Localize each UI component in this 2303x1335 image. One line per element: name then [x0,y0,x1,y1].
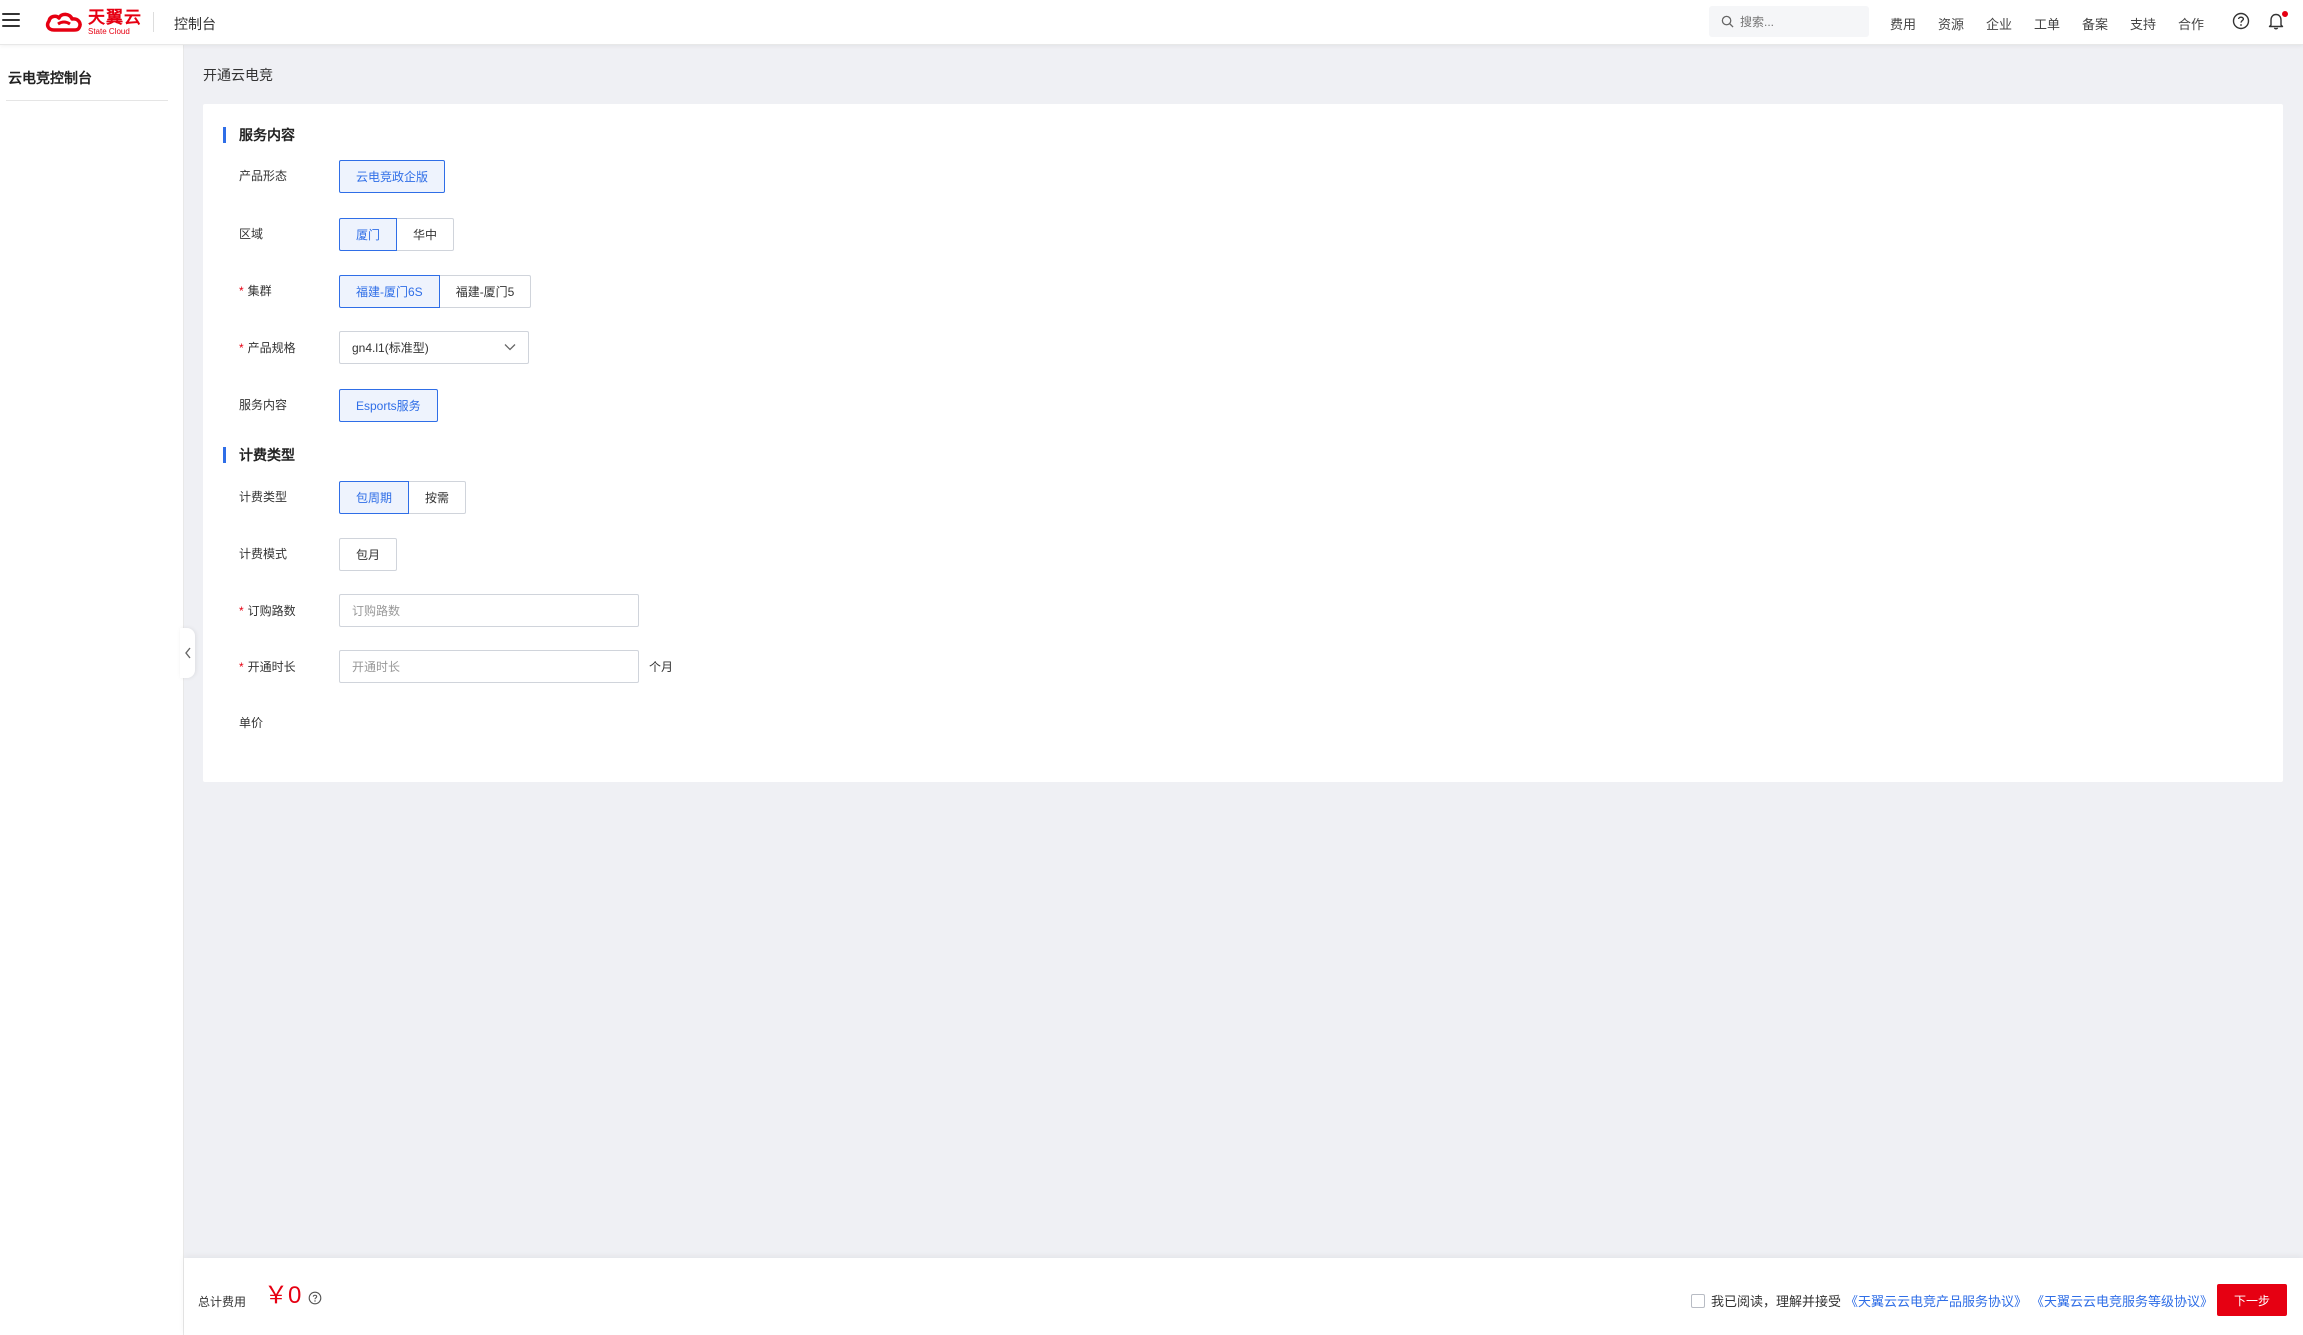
console-link[interactable]: 控制台 [174,14,216,34]
agreement-checkbox[interactable] [1690,1293,1705,1308]
top-bar: 天翼云 State Cloud 控制台 费用 资源 企业 工单 备案 支持 合作 [0,0,2303,45]
search-input[interactable] [1740,14,1860,29]
logo[interactable]: 天翼云 State Cloud [44,8,142,36]
spec-select[interactable]: gn4.l1(标准型) [339,331,529,364]
channels-label-text: 订购路数 [247,604,296,618]
nav-partners[interactable]: 合作 [2178,14,2204,33]
cluster-option-xiamen6s[interactable]: 福建-厦门6S [339,275,440,308]
nav-billing[interactable]: 费用 [1890,14,1916,33]
order-form-card: 服务内容 产品形态 云电竞政企版 区域 厦门 华中 * 集群 福建-厦门6S 福建… [203,104,2283,782]
billing-option-period[interactable]: 包周期 [339,481,410,514]
nav-tickets[interactable]: 工单 [2034,14,2060,33]
next-step-button[interactable]: 下一步 [2217,1284,2287,1316]
sidebar: 云电竞控制台 [0,45,184,1335]
channels-input[interactable] [339,594,639,627]
nav-support[interactable]: 支持 [2130,14,2156,33]
section-title-billing: 计费类型 [223,447,295,463]
agreement: 我已阅读，理解并接受 《天翼云云电竞产品服务协议》 《天翼云云电竞服务等级协议》 [1690,1291,2213,1310]
duration-label-text: 开通时长 [247,660,296,674]
required-mark: * [239,284,244,298]
duration-input[interactable] [339,650,639,683]
service-content-label: 服务内容 [239,398,288,412]
cluster-option-xiamen5[interactable]: 福建-厦门5 [438,275,532,308]
region-option-xiamen[interactable]: 厦门 [339,218,398,251]
service-agreement-link[interactable]: 《天翼云云电竞产品服务协议》 [1845,1291,2027,1310]
billing-mode-label: 计费模式 [239,547,288,561]
product-form-option-government[interactable]: 云电竞政企版 [339,160,446,193]
header-divider [153,12,154,32]
total-cost-label: 总计费用 [198,1295,247,1309]
spec-label: * 产品规格 [239,339,296,356]
spec-select-value: gn4.l1(标准型) [352,341,429,355]
spec-label-text: 产品规格 [247,341,296,355]
duration-unit: 个月 [649,660,674,674]
chevron-left-icon [184,647,191,659]
order-footer: 总计费用 ￥0 我已阅读，理解并接受 《天翼云云电竞产品服务协议》 《天翼云云电… [184,1258,2303,1335]
required-mark: * [239,341,244,355]
sidebar-collapse-button[interactable] [180,628,195,678]
region-label: 区域 [239,227,264,241]
bell-icon[interactable] [2266,11,2288,31]
required-mark: * [239,604,244,618]
agreement-text: 我已阅读，理解并接受 [1710,1294,1841,1309]
cluster-label-text: 集群 [247,284,272,298]
help-icon[interactable] [2231,11,2251,31]
cluster-options: 福建-厦门6S 福建-厦门5 [339,275,532,308]
billing-option-on-demand[interactable]: 按需 [408,481,467,514]
nav-filing[interactable]: 备案 [2082,14,2108,33]
billing-type-options: 包周期 按需 [339,481,467,514]
service-content-options: Esports服务 [339,389,438,422]
cloud-logo-icon [45,12,82,32]
duration-label: * 开通时长 [239,658,296,675]
logo-text: 天翼云 [88,7,142,27]
page-title: 开通云电竞 [203,67,273,83]
nav-enterprise[interactable]: 企业 [1986,14,2012,33]
notification-dot [2282,11,2288,17]
search-icon [1721,15,1734,28]
product-form-label: 产品形态 [239,169,288,183]
total-cost-amount: ￥0 [264,1282,302,1309]
billing-mode-option-monthly[interactable]: 包月 [339,538,398,571]
nav-resources[interactable]: 资源 [1938,14,1964,33]
billing-type-label: 计费类型 [239,490,288,504]
cluster-label: * 集群 [239,282,272,299]
logo-subtext: State Cloud [88,26,130,36]
product-form-options: 云电竞政企版 [339,160,446,193]
section-title-service: 服务内容 [223,127,295,143]
hamburger-menu-icon[interactable] [2,13,20,29]
sidebar-title[interactable]: 云电竞控制台 [8,68,92,88]
region-options: 厦门 华中 [339,218,455,251]
billing-mode-options: 包月 [339,538,398,571]
required-mark: * [239,660,244,674]
channels-label: * 订购路数 [239,602,296,619]
sidebar-divider [6,100,168,101]
chevron-down-icon [504,344,516,351]
question-icon[interactable] [308,1291,322,1305]
sla-agreement-link[interactable]: 《天翼云云电竞服务等级协议》 [2031,1291,2213,1310]
search-box[interactable] [1709,6,1869,37]
region-option-central[interactable]: 华中 [396,218,455,251]
unit-price-label: 单价 [239,716,264,730]
service-option-esports[interactable]: Esports服务 [339,389,438,422]
